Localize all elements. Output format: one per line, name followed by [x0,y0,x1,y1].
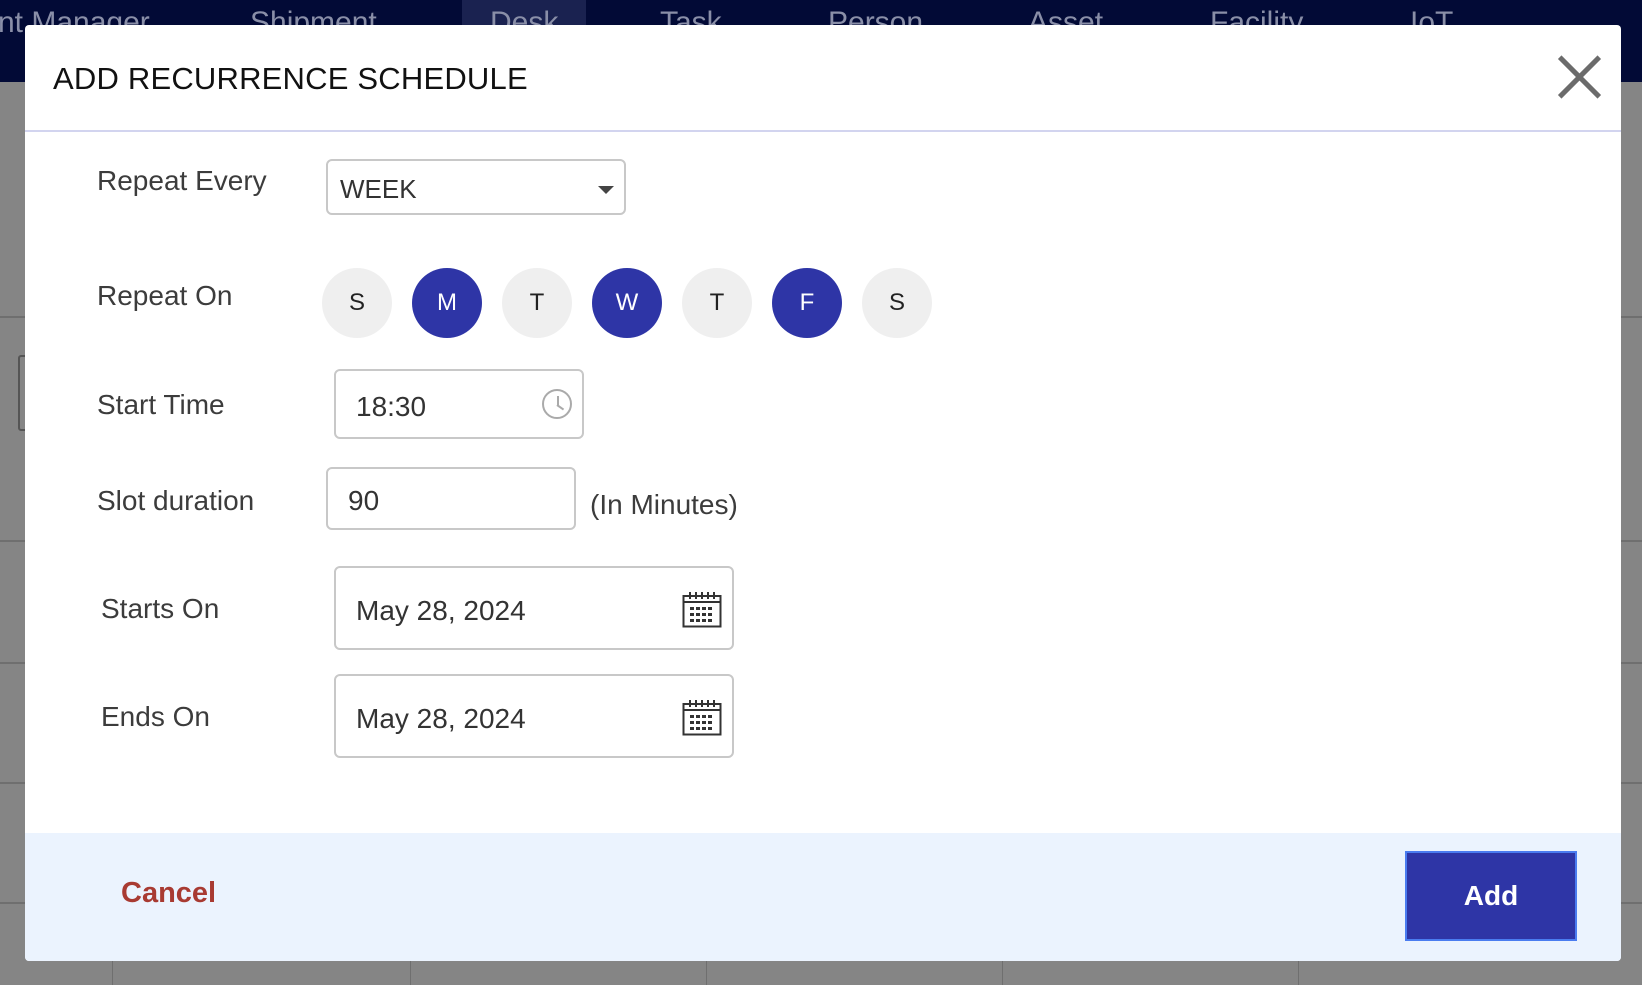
calendar-icon[interactable] [682,592,722,628]
repeat-every-value: WEEK [340,174,417,204]
calendar-icon[interactable] [682,700,722,736]
slot-duration-input[interactable]: 90 [326,467,576,530]
ends-on-label: Ends On [101,701,210,732]
ends-on-date-input[interactable]: May 28, 2024 [334,674,734,758]
day-toggle-saturday[interactable]: S [862,268,932,338]
dialog-header: ADD RECURRENCE SCHEDULE [25,25,1621,132]
cancel-button[interactable]: Cancel [121,877,216,910]
add-button[interactable]: Add [1405,851,1577,941]
day-toggle-sunday[interactable]: S [322,268,392,338]
starts-on-date-input[interactable]: May 28, 2024 [334,566,734,650]
chevron-down-icon [598,186,614,194]
close-icon[interactable] [1555,53,1603,101]
repeat-on-label: Repeat On [97,280,233,311]
start-time-input[interactable]: 18:30 [334,369,584,439]
day-toggle-tuesday[interactable]: T [502,268,572,338]
repeat-every-label: Repeat Every [97,165,267,196]
dialog-footer: Cancel Add [25,833,1621,961]
starts-on-label: Starts On [101,593,220,624]
start-time-value: 18:30 [356,391,427,422]
day-toggle-friday[interactable]: F [772,268,842,338]
ends-on-value: May 28, 2024 [356,703,526,734]
day-toggle-monday[interactable]: M [412,268,482,338]
day-toggle-wednesday[interactable]: W [592,268,662,338]
dialog-title: ADD RECURRENCE SCHEDULE [53,61,528,96]
start-time-label: Start Time [97,389,225,420]
starts-on-value: May 28, 2024 [356,595,526,626]
clock-icon[interactable] [542,389,572,419]
recurrence-schedule-dialog: ADD RECURRENCE SCHEDULE Repeat Every WEE… [25,25,1621,961]
slot-duration-label: Slot duration [97,485,255,516]
day-toggle-thursday[interactable]: T [682,268,752,338]
slot-duration-unit: (In Minutes) [590,489,738,520]
repeat-every-select[interactable]: WEEK [326,159,626,215]
slot-duration-value: 90 [348,485,380,516]
